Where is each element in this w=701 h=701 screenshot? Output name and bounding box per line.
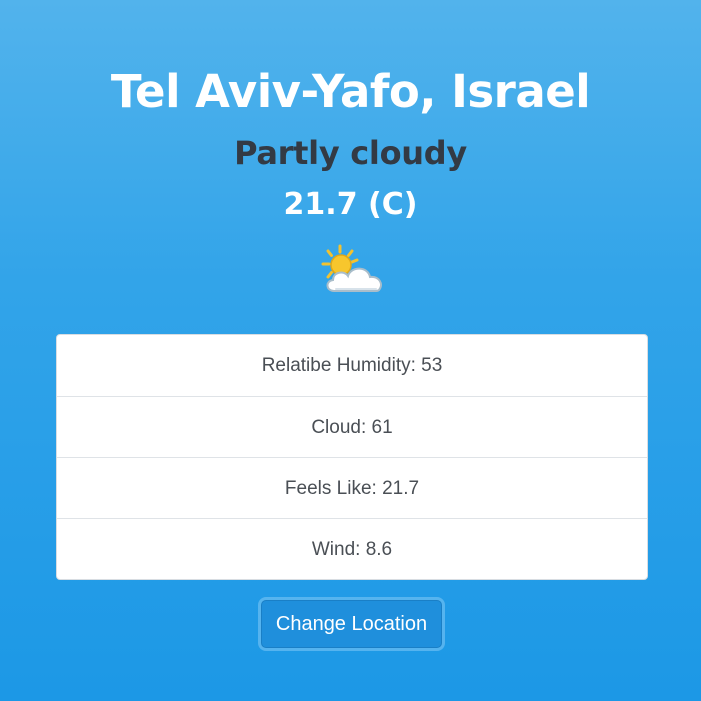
temperature-reading: 21.7 (C) [283, 187, 418, 222]
location-title: Tel Aviv-Yafo, Israel [110, 65, 591, 118]
cloud-item: Cloud: 61 [57, 396, 647, 457]
weather-condition: Partly cloudy [234, 134, 467, 172]
wind-item: Wind: 8.6 [57, 518, 647, 579]
weather-details-list: Relatibe Humidity: 53 Cloud: 61 Feels Li… [56, 334, 648, 580]
partly-cloudy-icon [321, 244, 382, 292]
humidity-item: Relatibe Humidity: 53 [261, 355, 443, 376]
change-location-button[interactable]: Change Location [261, 600, 442, 648]
feels-like-item: Feels Like: 21.7 [57, 457, 647, 518]
